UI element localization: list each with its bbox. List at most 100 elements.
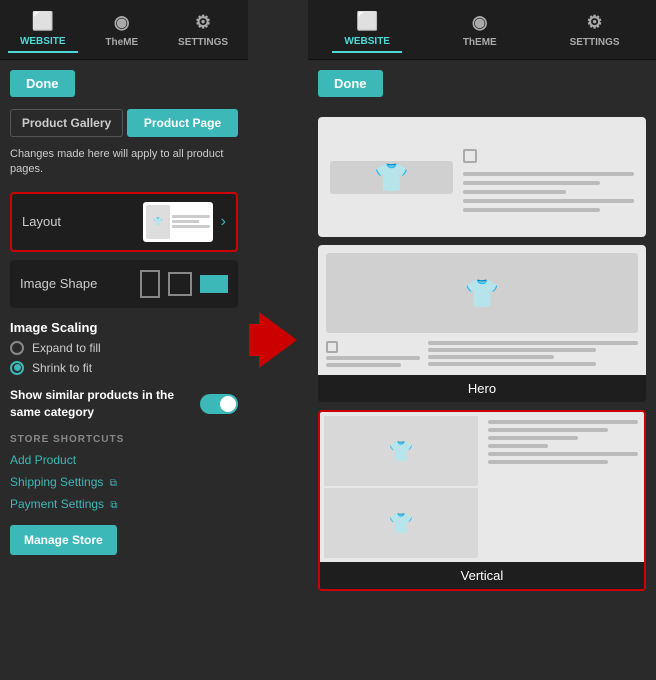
image-shape-row: Image Shape [10, 260, 238, 308]
shipping-settings-link[interactable]: Shipping Settings ⧉ [10, 475, 238, 489]
vertical-image-bottom: 👕 [324, 488, 478, 558]
expand-radio[interactable] [10, 341, 24, 355]
tab-product-gallery[interactable]: Product Gallery [10, 109, 123, 137]
right-nav-website[interactable]: ⬜ WEBSITE [332, 7, 402, 53]
payment-settings-link[interactable]: Payment Settings ⧉ [10, 497, 238, 511]
left-top-nav: ⬜ WEBSITE ◉ TheME ⚙ SETTINGS [0, 0, 248, 60]
left-nav-settings-label: SETTINGS [178, 37, 228, 48]
vp-line-1 [488, 420, 638, 424]
tab-product-page[interactable]: Product Page [127, 109, 238, 137]
preview-right [172, 205, 209, 239]
classic-shirt-icon: 👕 [374, 161, 409, 194]
image-scaling-title: Image Scaling [10, 320, 238, 335]
hero-line-4 [428, 348, 596, 352]
add-product-link[interactable]: Add Product [10, 453, 238, 467]
vp-line-2 [488, 428, 608, 432]
layout-card-vertical[interactable]: 👕 👕 Vertical [318, 410, 646, 591]
classic-line-4 [463, 199, 634, 203]
layout-row[interactable]: Layout 👕 › [10, 192, 238, 252]
preview-line-1 [172, 215, 209, 218]
hero-preview-inner: 👕 [318, 245, 646, 375]
chevron-right-icon: › [221, 213, 226, 231]
hero-line-6 [428, 362, 596, 366]
hero-preview: 👕 [318, 245, 646, 375]
classic-line-1 [463, 172, 634, 176]
layout-card-classic[interactable]: 👕 Classic [318, 117, 646, 237]
image-shape-label: Image Shape [20, 276, 140, 291]
right-nav-theme-label: ThEME [463, 37, 497, 48]
vp-line-5 [488, 452, 638, 456]
right-website-icon: ⬜ [356, 11, 378, 32]
left-nav-website-label: WEBSITE [20, 36, 66, 47]
right-panel-content: Done 👕 Classic [308, 60, 656, 680]
hero-checkbox [326, 341, 338, 353]
right-settings-icon: ⚙ [587, 12, 603, 33]
done-button-left[interactable]: Done [10, 70, 75, 97]
hero-shirt-icon: 👕 [465, 277, 500, 310]
left-panel-content: Done Product Gallery Product Page Change… [0, 60, 248, 680]
right-panel: ⬜ WEBSITE ◉ ThEME ⚙ SETTINGS Done 👕 [308, 0, 656, 680]
left-nav-settings[interactable]: ⚙ SETTINGS [166, 8, 240, 52]
classic-image-area: 👕 [330, 161, 453, 194]
right-theme-icon: ◉ [472, 12, 488, 33]
vp-line-3 [488, 436, 578, 440]
hero-bottom-right [428, 341, 638, 366]
vertical-preview: 👕 👕 [320, 412, 644, 562]
vertical-right-area [482, 412, 644, 562]
similar-products-toggle-row: Show similar products in the same catego… [10, 387, 238, 421]
right-nav-settings-label: SETTINGS [570, 37, 620, 48]
right-nav-website-label: WEBSITE [344, 36, 390, 47]
expand-radio-row[interactable]: Expand to fill [10, 341, 238, 355]
layout-label: Layout [22, 214, 143, 229]
vertical-shirt-bottom: 👕 [389, 511, 414, 536]
red-arrow-icon [259, 312, 297, 368]
preview-line-3 [172, 225, 209, 228]
shape-square-icon[interactable] [168, 272, 192, 296]
external-link-icon-payment: ⧉ [110, 500, 117, 511]
classic-checkbox [463, 149, 477, 163]
vp-line-4 [488, 444, 548, 448]
vertical-left-area: 👕 👕 [320, 412, 482, 562]
vertical-image-top: 👕 [324, 416, 478, 486]
layout-preview-thumbnail: 👕 [143, 202, 213, 242]
hero-line-3 [428, 341, 638, 345]
classic-line-5 [463, 208, 599, 212]
similar-products-toggle[interactable] [200, 394, 238, 414]
manage-store-button[interactable]: Manage Store [10, 525, 117, 555]
shape-tall-icon[interactable] [140, 270, 160, 298]
hero-line-2 [326, 363, 401, 367]
shrink-radio[interactable] [10, 361, 24, 375]
toggle-label: Show similar products in the same catego… [10, 387, 200, 421]
classic-line-3 [463, 190, 565, 194]
left-nav-theme-label: TheME [105, 37, 138, 48]
shrink-label: Shrink to fit [32, 361, 92, 375]
shrink-radio-row[interactable]: Shrink to fit [10, 361, 238, 375]
vertical-shirt-top: 👕 [389, 439, 414, 464]
right-nav-theme[interactable]: ◉ ThEME [451, 8, 509, 52]
expand-label: Expand to fill [32, 341, 101, 355]
shape-wide-icon[interactable] [200, 275, 228, 293]
preview-line-2 [172, 220, 198, 223]
vp-line-6 [488, 460, 608, 464]
shape-options [140, 270, 228, 298]
layout-card-hero[interactable]: 👕 [318, 245, 646, 402]
vertical-preview-inner: 👕 👕 [320, 412, 644, 562]
external-link-icon-shipping: ⧉ [110, 478, 117, 489]
classic-line-2 [463, 181, 599, 185]
classic-preview: 👕 [318, 117, 646, 237]
theme-icon-left: ◉ [114, 12, 130, 33]
vertical-label: Vertical [320, 562, 644, 589]
hero-bottom-area [326, 341, 638, 367]
left-nav-website[interactable]: ⬜ WEBSITE [8, 7, 78, 53]
hero-image-area: 👕 [326, 253, 638, 333]
left-nav-theme[interactable]: ◉ TheME [93, 8, 150, 52]
info-text: Changes made here will apply to all prod… [10, 147, 238, 178]
hero-bottom-left [326, 341, 420, 367]
hero-line-1 [326, 356, 420, 360]
preview-left: 👕 [146, 205, 171, 239]
right-nav-settings[interactable]: ⚙ SETTINGS [558, 8, 632, 52]
hero-label: Hero [318, 375, 646, 402]
left-panel: ⬜ WEBSITE ◉ TheME ⚙ SETTINGS Done Produc… [0, 0, 248, 680]
arrow-divider [248, 0, 308, 680]
done-button-right[interactable]: Done [318, 70, 383, 97]
